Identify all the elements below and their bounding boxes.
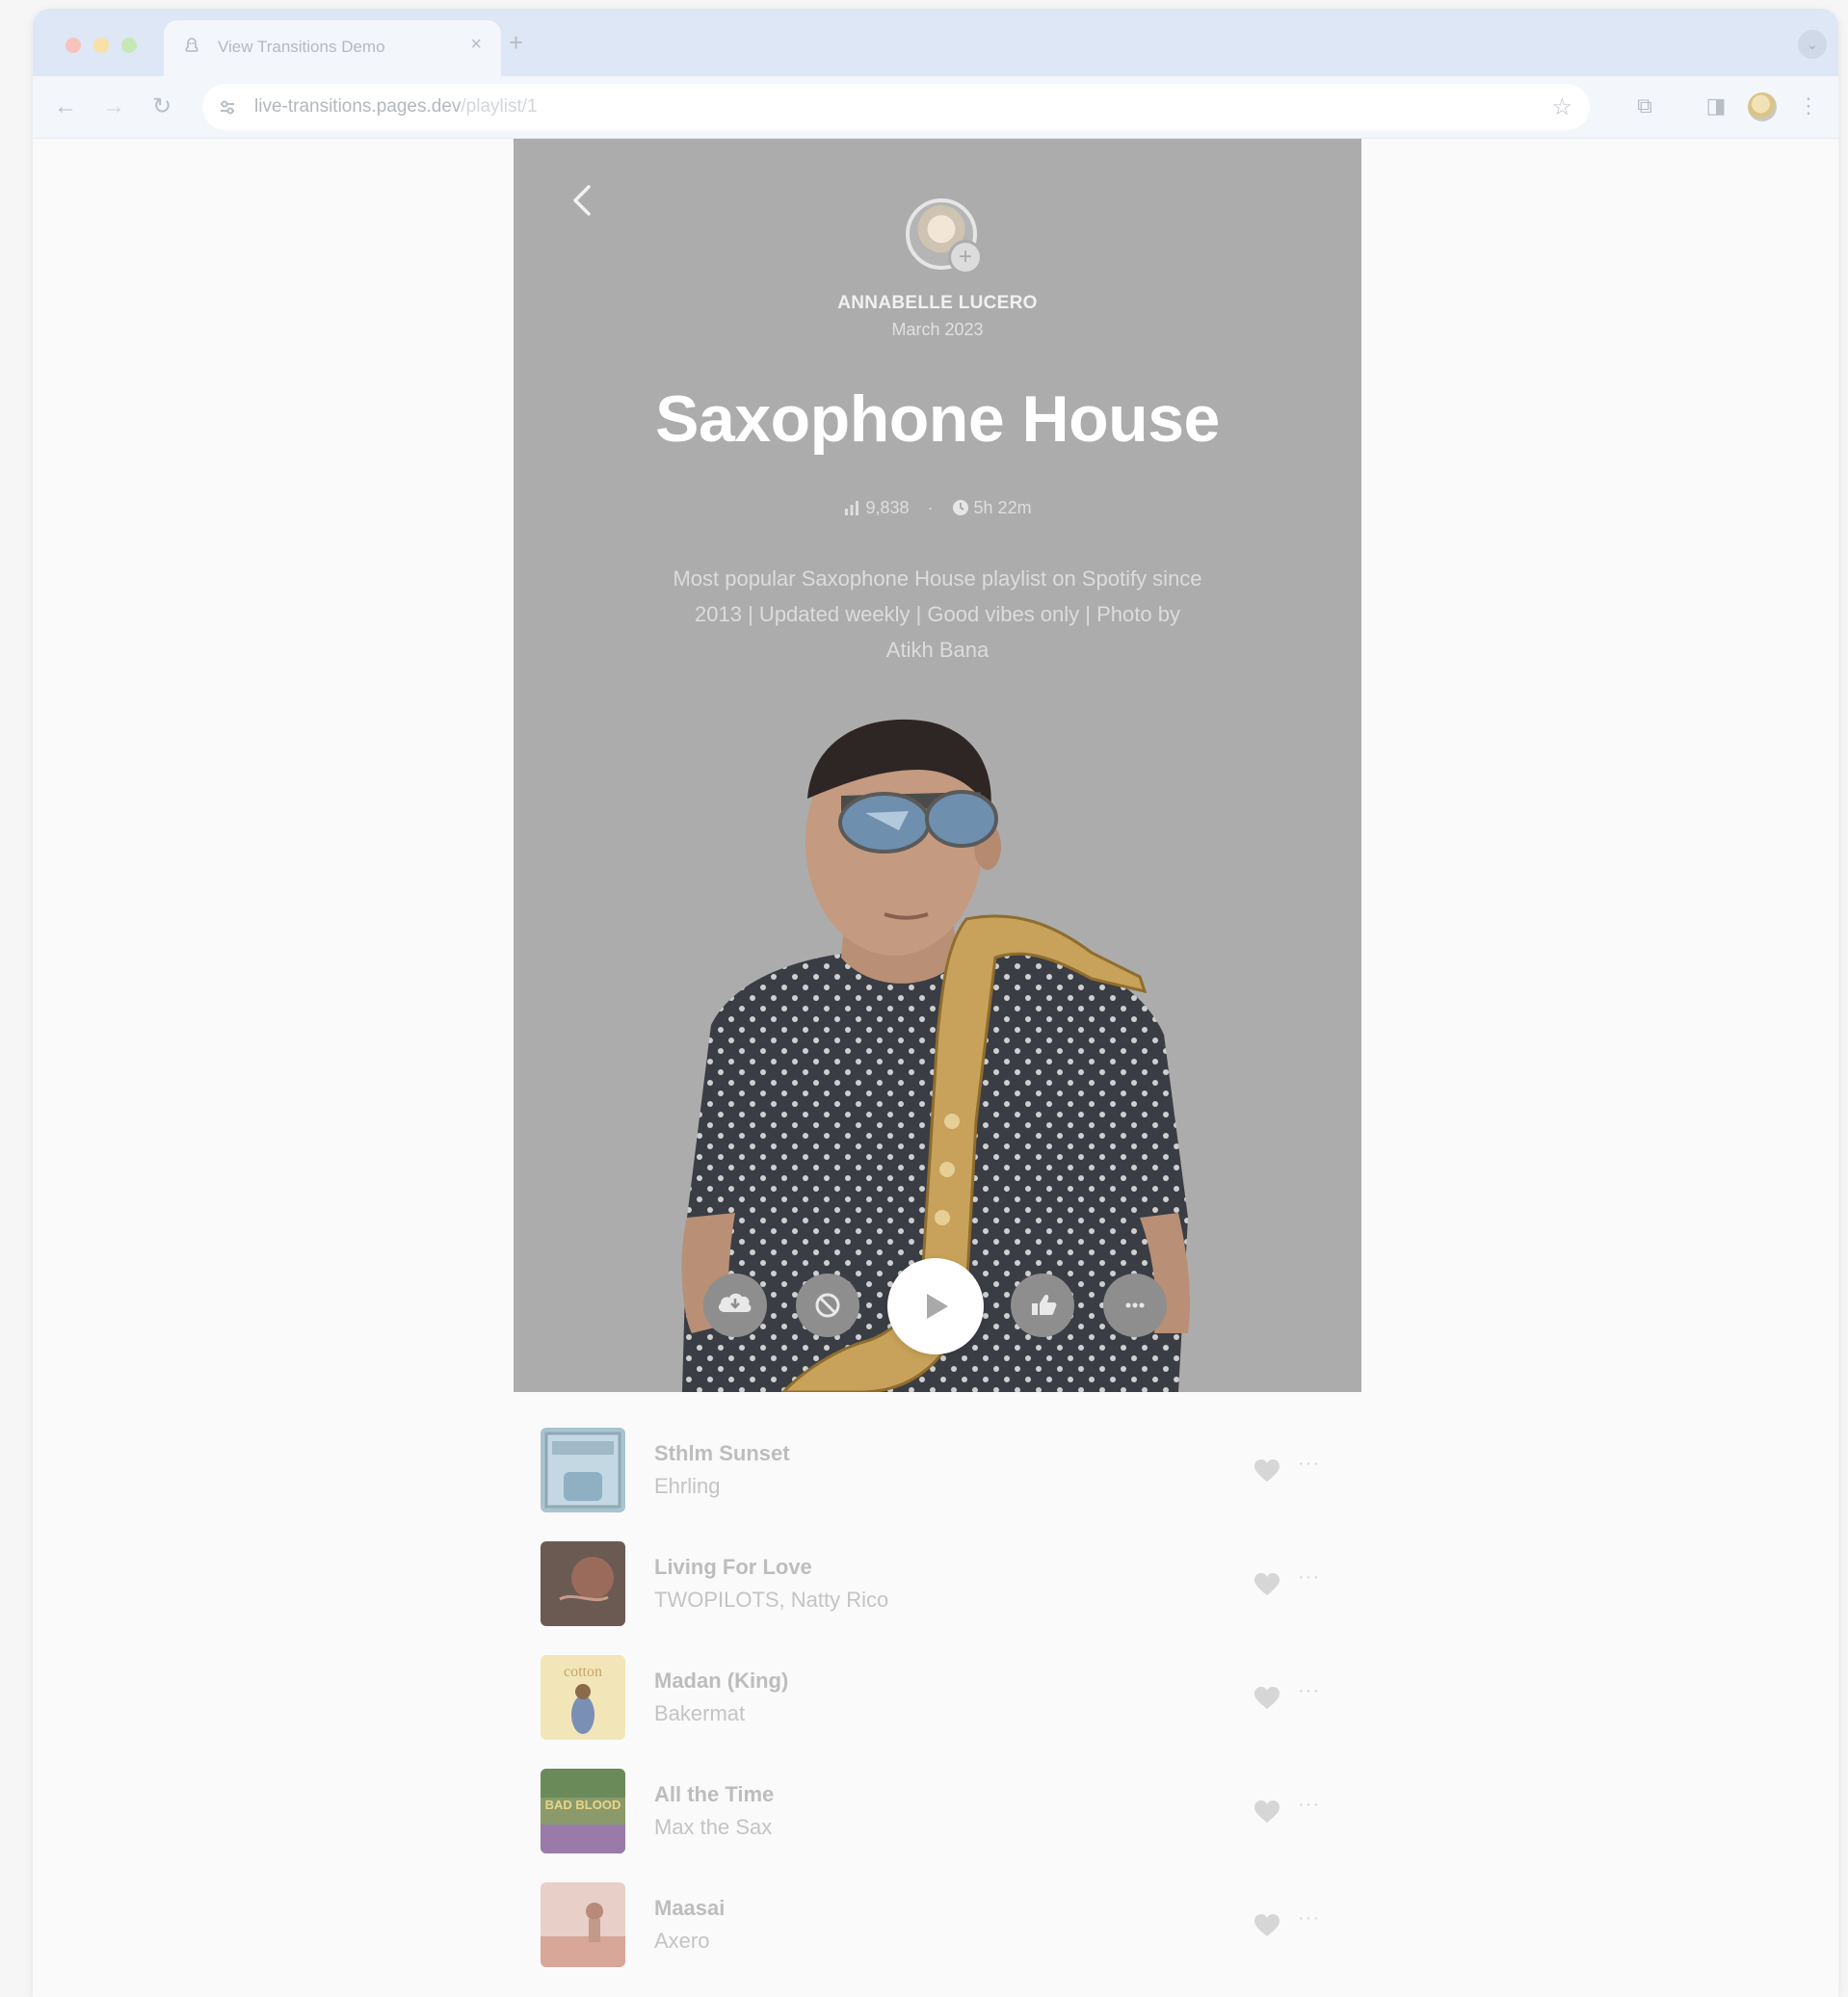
- playlist-stats: 9,838 · 5h 22m: [514, 497, 1361, 518]
- address-bar[interactable]: live-transitions.pages.dev/playlist/1 ☆: [202, 84, 1590, 130]
- heart-icon[interactable]: [1254, 1800, 1280, 1825]
- more-options-button[interactable]: [1103, 1274, 1167, 1337]
- track-row[interactable]: Sthlm Sunset Ehrling ···: [541, 1428, 1336, 1514]
- track-cover: BAD BLOOD: [541, 1769, 625, 1853]
- track-cover: [541, 1428, 625, 1512]
- heart-icon[interactable]: [1254, 1686, 1280, 1711]
- track-more-icon[interactable]: ···: [1298, 1907, 1320, 1930]
- track-row[interactable]: Living For Love TWOPILOTS, Natty Rico ··…: [541, 1541, 1336, 1628]
- track-title: Maasai: [654, 1896, 726, 1920]
- browser-menu-icon[interactable]: ⋮: [1792, 90, 1825, 122]
- favicon-icon: [185, 38, 198, 52]
- track-more-icon[interactable]: ···: [1298, 1794, 1320, 1816]
- track-title: Living For Love: [654, 1555, 812, 1579]
- url-path: /playlist/1: [461, 96, 538, 117]
- site-settings-icon[interactable]: [216, 95, 239, 118]
- track-title: Sthlm Sunset: [654, 1441, 790, 1465]
- heart-icon[interactable]: [1254, 1913, 1280, 1938]
- author-name: ANNABELLE LUCERO: [837, 293, 1038, 313]
- track-cover: cotton: [541, 1655, 625, 1740]
- playlist-duration: 5h 22m: [973, 497, 1032, 517]
- heart-icon[interactable]: [1254, 1458, 1280, 1484]
- track-cover: [541, 1882, 625, 1967]
- author-date: March 2023: [891, 320, 984, 339]
- playlist-hero: + ANNABELLE LUCERO March 2023 Saxophone …: [514, 139, 1361, 1392]
- track-row[interactable]: Maasai Axero ···: [541, 1882, 1336, 1969]
- bookmark-star-icon[interactable]: ☆: [1551, 93, 1572, 121]
- track-more-icon[interactable]: ···: [1298, 1566, 1320, 1589]
- browser-window: View Transitions Demo × + ⌄ ← → ↻ live-t…: [33, 9, 1838, 1997]
- track-title: All the Time: [654, 1782, 775, 1806]
- track-artist: Bakermat: [654, 1701, 746, 1725]
- track-artist: Ehrling: [654, 1474, 721, 1498]
- reload-button[interactable]: ↻: [145, 90, 179, 124]
- close-window-button[interactable]: [66, 38, 81, 53]
- page-viewport: + ANNABELLE LUCERO March 2023 Saxophone …: [33, 139, 1838, 1997]
- clock-icon: [952, 500, 968, 516]
- download-button[interactable]: [703, 1274, 767, 1337]
- forward-nav-button[interactable]: →: [96, 90, 131, 124]
- url-text: live-transitions.pages.dev/playlist/1: [254, 96, 538, 118]
- side-panel-icon[interactable]: ◨: [1700, 90, 1732, 122]
- play-count: 9,838: [865, 497, 910, 517]
- bar-chart-icon: [845, 501, 859, 516]
- profile-avatar[interactable]: [1748, 92, 1777, 121]
- new-tab-button[interactable]: +: [509, 28, 523, 58]
- tab-close-icon[interactable]: ×: [470, 34, 482, 56]
- back-chevron-icon[interactable]: [564, 179, 602, 222]
- block-button[interactable]: [796, 1274, 859, 1337]
- tab-strip: View Transitions Demo × + ⌄: [33, 9, 1838, 76]
- tab-search-button[interactable]: ⌄: [1798, 30, 1827, 59]
- cover-lettering: BAD BLOOD: [545, 1798, 621, 1812]
- heart-icon[interactable]: [1254, 1572, 1280, 1597]
- like-button[interactable]: [1011, 1274, 1074, 1337]
- track-title: Madan (King): [654, 1669, 789, 1693]
- track-artist: TWOPILOTS, Natty Rico: [654, 1588, 889, 1612]
- track-row[interactable]: BAD BLOOD All the Time Max the Sax ···: [541, 1769, 1336, 1855]
- playlist-title: Saxophone House: [655, 382, 1220, 456]
- track-more-icon[interactable]: ···: [1298, 1453, 1320, 1475]
- url-host: live-transitions.pages.dev: [254, 96, 462, 117]
- playlist-description: Most popular Saxophone House playlist on…: [673, 566, 1202, 662]
- more-icon: [1125, 1302, 1145, 1308]
- play-icon: [927, 1294, 948, 1319]
- browser-tab[interactable]: View Transitions Demo ×: [164, 20, 501, 76]
- browser-toolbar: ← → ↻ live-transitions.pages.dev/playlis…: [33, 76, 1838, 139]
- follow-plus-icon[interactable]: +: [951, 243, 980, 272]
- block-icon: [815, 1293, 840, 1318]
- track-artist: Axero: [654, 1929, 710, 1953]
- play-button[interactable]: [887, 1258, 984, 1354]
- extensions-icon[interactable]: ⧉: [1628, 90, 1661, 122]
- track-artist: Max the Sax: [654, 1815, 773, 1839]
- stats-separator: ·: [927, 497, 934, 517]
- thumbs-up-icon: [1032, 1295, 1057, 1315]
- track-more-icon[interactable]: ···: [1298, 1680, 1320, 1702]
- track-cover: [541, 1541, 625, 1626]
- cover-lettering: cotton: [564, 1664, 602, 1680]
- cloud-download-icon: [718, 1293, 752, 1312]
- tab-title: View Transitions Demo: [218, 38, 385, 56]
- minimize-window-button[interactable]: [93, 38, 109, 53]
- back-nav-button[interactable]: ←: [48, 90, 83, 124]
- track-row[interactable]: cotton Madan (King) Bakermat ···: [541, 1655, 1336, 1742]
- zoom-window-button[interactable]: [121, 38, 137, 53]
